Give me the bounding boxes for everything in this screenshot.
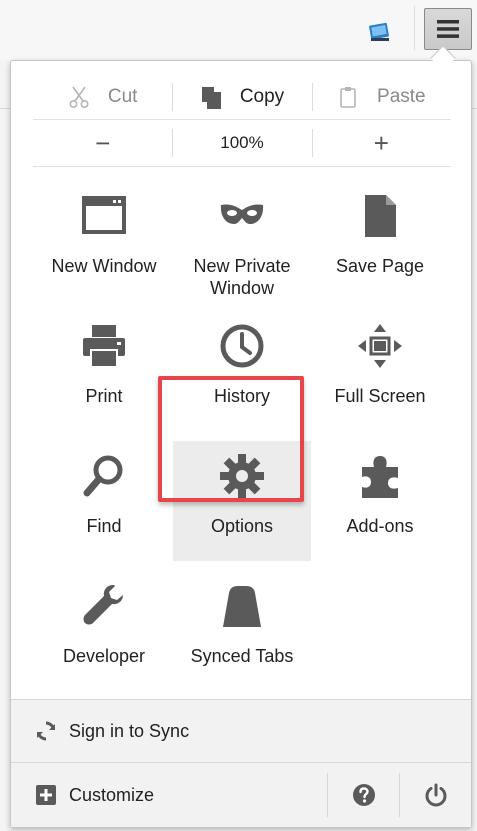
plus-box-icon [36,785,56,805]
find-button[interactable]: Find [35,441,173,561]
customize-button[interactable]: Customize [11,784,327,806]
hamburger-menu-icon [437,20,459,38]
clipboard-icon [340,87,356,108]
find-label: Find [86,516,122,536]
sign-in-sync-button[interactable]: Sign in to Sync [11,699,471,763]
sync-icon [37,721,55,741]
developer-label: Developer [62,646,146,666]
options-label: Options [210,516,274,536]
printer-icon [83,325,125,368]
sign-in-sync-label: Sign in to Sync [69,720,190,741]
print-label: Print [85,386,123,406]
browser-toolbar [0,0,477,60]
synced-tabs-label: Synced Tabs [190,646,294,666]
help-icon [352,784,375,806]
full-screen-button[interactable]: Full Screen [311,311,449,431]
menu-footer: Customize [11,763,471,827]
quit-button[interactable] [399,773,471,817]
new-window-label: New Window [51,256,157,276]
window-icon [82,196,126,234]
main-menu-panel: Cut Copy Paste − 100% + New Window New P… [10,60,472,828]
cut-button[interactable]: Cut [33,75,172,119]
developer-button[interactable]: Developer [35,571,173,691]
hamburger-menu-button[interactable] [424,8,472,50]
save-page-button[interactable]: Save Page [311,181,449,301]
clock-icon [220,324,264,368]
new-private-window-label: New Private Window [193,255,290,299]
puzzle-icon [362,456,398,498]
wrench-icon [83,585,123,625]
copy-button[interactable]: Copy [172,75,311,119]
page-icon [365,195,396,237]
zoom-in-label: + [373,128,389,158]
synced-tabs-button[interactable]: Synced Tabs [173,571,311,691]
zoom-level: 100% [220,133,264,152]
addons-button[interactable]: Add-ons [311,441,449,561]
history-label: History [213,386,270,406]
help-button[interactable] [327,773,399,817]
magnifier-icon [83,455,123,497]
full-screen-label: Full Screen [334,386,426,406]
zoom-reset-button[interactable]: 100% [172,121,311,165]
addons-label: Add-ons [346,516,414,536]
customize-label: Customize [69,784,155,805]
new-window-button[interactable]: New Window [35,181,173,301]
zoom-out-label: − [95,128,111,158]
copy-icon [201,87,221,109]
new-private-window-label-line1: New Private [193,256,291,276]
paste-button[interactable]: Paste [311,75,451,119]
cut-label: Cut [107,86,138,107]
divider [33,166,451,167]
power-icon [425,783,446,807]
extension-icon[interactable] [367,18,393,44]
copy-label: Copy [239,86,285,107]
new-private-window-button[interactable]: New Private Window [173,181,311,301]
new-private-window-label-line2: Window [209,278,275,298]
synced-tabs-icon [223,586,261,627]
zoom-out-button[interactable]: − [33,121,172,165]
paste-label: Paste [377,86,426,107]
history-button[interactable]: History [173,311,311,431]
options-button[interactable]: Options [173,441,311,561]
zoom-controls: − 100% + [33,121,451,165]
edit-controls: Cut Copy Paste [33,75,451,119]
gear-icon [220,454,264,498]
scissors-icon [69,86,89,109]
fullscreen-arrows-icon [358,324,402,368]
print-button[interactable]: Print [35,311,173,431]
save-page-label: Save Page [335,256,425,276]
mask-icon [220,204,264,224]
divider [33,119,451,120]
zoom-in-button[interactable]: + [311,121,451,165]
toolbar-separator [414,6,415,50]
